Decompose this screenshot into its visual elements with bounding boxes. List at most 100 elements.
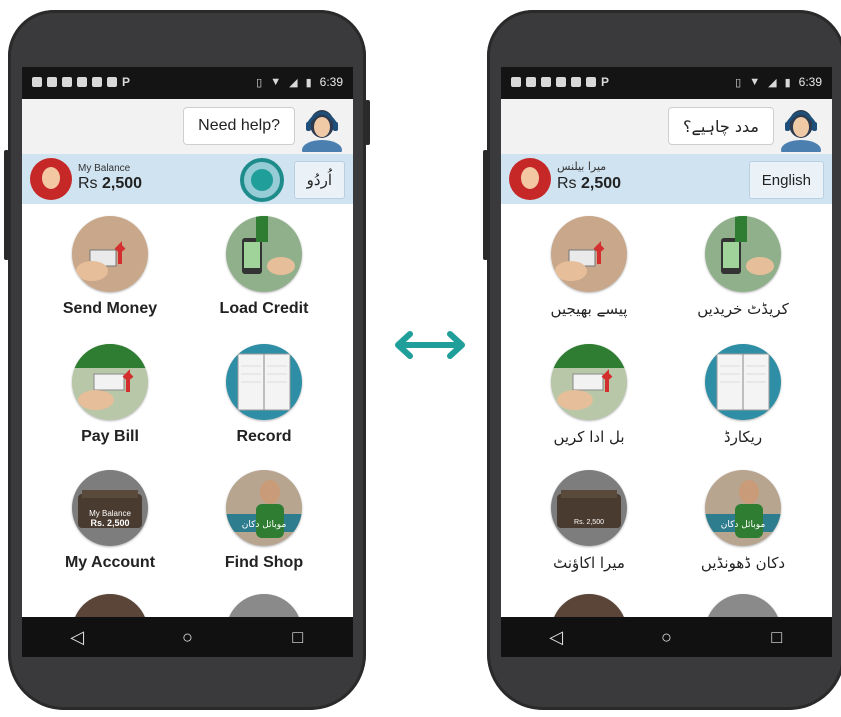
my-account-icon: Rs. 2,500	[551, 470, 627, 546]
battery-icon: ▮	[305, 76, 312, 89]
recents-icon[interactable]: □	[278, 627, 318, 648]
notification-icons: P	[511, 75, 611, 89]
status-bar: P ▯ ▼ ◢ ▮ 6:39	[501, 67, 832, 99]
tile-pay-bill[interactable]: بل ادا کریں	[514, 344, 664, 446]
account-balance-sub-amount: Rs. 2,500	[90, 518, 129, 528]
my-account-icon: My Balance Rs. 2,500	[72, 470, 148, 546]
tile-label: پیسے بھیجیں	[550, 300, 628, 318]
notification-icon	[107, 77, 117, 87]
notification-icons: P	[32, 75, 132, 89]
status-time: 6:39	[798, 75, 822, 89]
balance-bar: میرا بیلنس Rs 2,500 English	[501, 154, 832, 204]
tile-label: Send Money	[62, 300, 158, 317]
vibrate-icon: ▯	[735, 76, 742, 89]
tile-label: Load Credit	[219, 300, 309, 317]
status-bar: P ▯ ▼ ◢ ▮ 6:39	[22, 67, 353, 99]
shop-sign-text: موبائل دکان	[242, 520, 287, 530]
tile-record[interactable]: Record	[189, 344, 339, 446]
tile-label: دکان ڈھونڈیں	[700, 554, 786, 572]
signal-icon: ◢	[768, 76, 777, 89]
language-toggle-button[interactable]: اُردُو	[293, 161, 345, 199]
balance-amount: Rs 2,500	[78, 175, 143, 192]
tap-indicator-icon	[240, 158, 284, 202]
recents-icon[interactable]: □	[757, 627, 797, 648]
pay-bill-icon	[72, 344, 148, 420]
support-agent-icon[interactable]	[778, 104, 824, 152]
find-shop-icon: موبائل دکان	[226, 470, 302, 546]
tile-my-account[interactable]: My Balance Rs. 2,500 My Account	[35, 470, 185, 572]
volume-button	[483, 150, 488, 260]
tile-find-shop[interactable]: موبائل دکان Find Shop	[189, 470, 339, 572]
back-icon[interactable]: ◁	[536, 627, 576, 648]
pay-bill-icon	[551, 344, 627, 420]
battery-icon: ▮	[784, 76, 791, 89]
tile-find-shop[interactable]: موبائل دکان دکان ڈھونڈیں	[668, 470, 818, 572]
load-credit-icon	[226, 216, 302, 292]
balance-bar: My Balance Rs 2,500 اُردُو	[22, 154, 353, 204]
tile-label: My Account	[64, 554, 156, 571]
find-shop-icon: موبائل دکان	[705, 470, 781, 546]
balance-label: My Balance	[78, 163, 131, 174]
tile-label: کریڈٹ خریدیں	[697, 300, 789, 318]
need-help-button[interactable]: Need help?	[183, 107, 295, 145]
send-money-icon	[551, 216, 627, 292]
nav-bar: ◁ ○ □	[501, 617, 832, 657]
send-money-icon	[72, 216, 148, 292]
help-bar: مدد چاہیے؟	[501, 99, 832, 154]
language-toggle-button[interactable]: English	[748, 161, 824, 199]
screen: P ▯ ▼ ◢ ▮ 6:39 Need help? My Balance Rs …	[22, 67, 353, 657]
notification-icon	[47, 77, 57, 87]
nav-bar: ◁ ○ □	[22, 617, 353, 657]
tile-record[interactable]: ریکارڈ	[668, 344, 818, 446]
swap-arrow-icon	[395, 331, 465, 359]
notification-icon	[556, 77, 566, 87]
notification-icon	[541, 77, 551, 87]
record-icon	[705, 344, 781, 420]
phone-urdu: P ▯ ▼ ◢ ▮ 6:39 مدد چاہیے؟ میرا بیلنس Rs …	[483, 10, 841, 710]
tile-send-money[interactable]: Send Money	[35, 216, 185, 318]
notification-icon	[571, 77, 581, 87]
tile-label: Find Shop	[224, 554, 304, 571]
signal-icon: ◢	[289, 76, 298, 89]
avatar	[30, 158, 72, 200]
tile-label: بل ادا کریں	[553, 428, 625, 446]
vibrate-icon: ▯	[256, 76, 263, 89]
notification-icon	[586, 77, 596, 87]
home-icon[interactable]: ○	[646, 627, 686, 648]
wifi-icon: ▼	[749, 76, 761, 88]
tile-label: ریکارڈ	[723, 428, 763, 446]
tile-label: Pay Bill	[81, 428, 139, 445]
notification-icon	[62, 77, 72, 87]
paypal-icon: P	[122, 75, 131, 89]
menu-grid: Send Money Load Credit Pay Bill Record M…	[22, 204, 353, 657]
notification-icon	[526, 77, 536, 87]
load-credit-icon	[705, 216, 781, 292]
phone-english: P ▯ ▼ ◢ ▮ 6:39 Need help? My Balance Rs …	[4, 10, 370, 710]
notification-icon	[92, 77, 102, 87]
notification-icon	[32, 77, 42, 87]
tile-load-credit[interactable]: کریڈٹ خریدیں	[668, 216, 818, 318]
tile-my-account[interactable]: Rs. 2,500 میرا اکاؤنٹ	[514, 470, 664, 572]
shop-sign-text: موبائل دکان	[721, 520, 766, 530]
tile-label: میرا اکاؤنٹ	[553, 554, 625, 572]
record-icon	[226, 344, 302, 420]
notification-icon	[511, 77, 521, 87]
back-icon[interactable]: ◁	[57, 627, 97, 648]
need-help-button[interactable]: مدد چاہیے؟	[667, 107, 774, 145]
wifi-icon: ▼	[270, 76, 282, 88]
status-time: 6:39	[319, 75, 343, 89]
tile-pay-bill[interactable]: Pay Bill	[35, 344, 185, 446]
notification-icon	[77, 77, 87, 87]
screen: P ▯ ▼ ◢ ▮ 6:39 مدد چاہیے؟ میرا بیلنس Rs …	[501, 67, 832, 657]
tile-label: Record	[236, 428, 292, 445]
power-button	[365, 100, 370, 145]
tile-load-credit[interactable]: Load Credit	[189, 216, 339, 318]
balance-label: میرا بیلنس	[557, 160, 607, 173]
support-agent-icon[interactable]	[299, 104, 345, 152]
paypal-icon: P	[601, 75, 610, 89]
balance-amount: Rs 2,500	[557, 175, 622, 192]
menu-grid: پیسے بھیجیں کریڈٹ خریدیں بل ادا کریں ریک…	[501, 204, 832, 657]
avatar	[509, 158, 551, 200]
home-icon[interactable]: ○	[167, 627, 207, 648]
tile-send-money[interactable]: پیسے بھیجیں	[514, 216, 664, 318]
